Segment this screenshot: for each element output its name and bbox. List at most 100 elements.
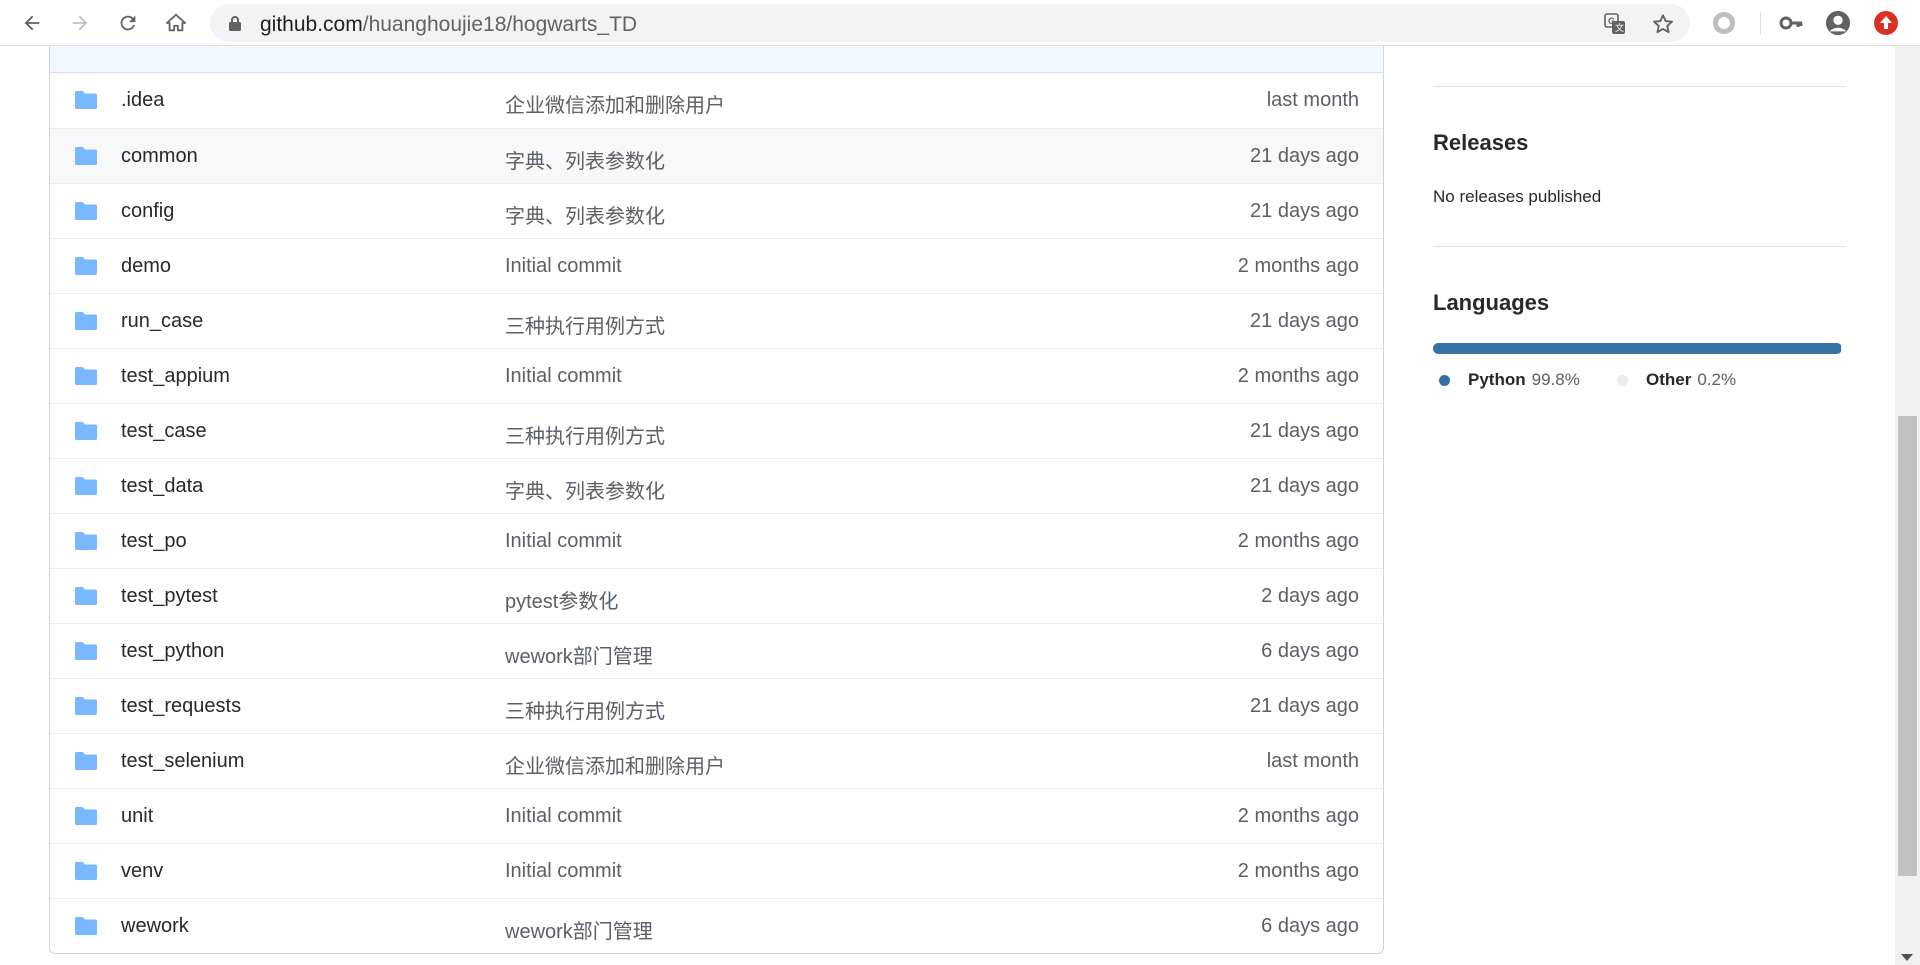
commit-message-link[interactable]: Initial commit bbox=[505, 860, 622, 883]
folder-icon bbox=[75, 367, 97, 385]
extension-icon bbox=[1713, 12, 1735, 34]
file-row: test_appium Initial commit 2 months ago bbox=[50, 348, 1383, 403]
commit-message-link[interactable]: wework部门管理 bbox=[505, 915, 653, 944]
back-button[interactable] bbox=[15, 6, 49, 40]
back-icon bbox=[24, 15, 40, 31]
passwords-button[interactable] bbox=[1778, 10, 1804, 36]
file-row: test_data 字典、列表参数化 21 days ago bbox=[50, 458, 1383, 513]
folder-icon bbox=[75, 697, 97, 715]
file-row: run_case 三种执行用例方式 21 days ago bbox=[50, 293, 1383, 348]
commit-message-link[interactable]: Initial commit bbox=[505, 365, 622, 388]
translate-icon: G文 bbox=[1604, 13, 1625, 34]
file-name-link[interactable]: config bbox=[121, 200, 174, 223]
file-name-link[interactable]: demo bbox=[121, 255, 171, 278]
translate-button[interactable]: G文 bbox=[1604, 13, 1626, 35]
scroll-down-arrow-icon[interactable] bbox=[1901, 954, 1913, 961]
file-name-link[interactable]: test_requests bbox=[121, 695, 241, 718]
file-name-link[interactable]: test_po bbox=[121, 530, 187, 553]
forward-button[interactable] bbox=[63, 6, 97, 40]
address-bar[interactable]: github.com/huanghoujie18/hogwarts_TD G文 bbox=[210, 4, 1690, 42]
file-row: wework wework部门管理 6 days ago bbox=[50, 898, 1383, 953]
reload-button[interactable] bbox=[111, 6, 145, 40]
file-name-link[interactable]: common bbox=[121, 145, 198, 168]
file-row: unit Initial commit 2 months ago bbox=[50, 788, 1383, 843]
language-name: Other bbox=[1646, 370, 1692, 389]
update-button[interactable] bbox=[1873, 10, 1899, 36]
file-name-link[interactable]: wework bbox=[121, 915, 189, 938]
file-row: test_pytest pytest参数化 2 days ago bbox=[50, 568, 1383, 623]
file-name-link[interactable]: test_python bbox=[121, 640, 224, 663]
language-name: Python bbox=[1468, 370, 1526, 389]
scrollbar-thumb[interactable] bbox=[1898, 416, 1917, 876]
url-text: github.com/huanghoujie18/hogwarts_TD bbox=[260, 13, 637, 37]
folder-icon bbox=[75, 807, 97, 825]
extension-button[interactable] bbox=[1711, 10, 1737, 36]
commit-message-link[interactable]: 企业微信添加和删除用户 bbox=[505, 89, 725, 118]
language-percent: 99.8% bbox=[1531, 370, 1580, 389]
file-name-link[interactable]: unit bbox=[121, 805, 153, 828]
file-name-link[interactable]: .idea bbox=[121, 89, 164, 112]
commit-age: 2 months ago bbox=[1237, 365, 1359, 387]
language-other: Other 0.2% bbox=[1617, 370, 1736, 390]
browser-toolbar: github.com/huanghoujie18/hogwarts_TD G文 bbox=[0, 0, 1920, 46]
commit-age: 21 days ago bbox=[1250, 475, 1359, 497]
folder-icon bbox=[75, 257, 97, 275]
file-row: venv Initial commit 2 months ago bbox=[50, 843, 1383, 898]
language-percent: 0.2% bbox=[1697, 370, 1737, 389]
commit-message-link[interactable]: Initial commit bbox=[505, 530, 622, 553]
commit-message-link[interactable]: pytest参数化 bbox=[505, 585, 618, 614]
language-python[interactable]: Python 99.8% bbox=[1439, 370, 1580, 390]
toolbar-separator bbox=[1760, 12, 1761, 34]
commit-age: 2 months ago bbox=[1237, 530, 1359, 552]
page-scrollbar[interactable] bbox=[1895, 46, 1920, 965]
commit-message-link[interactable]: 字典、列表参数化 bbox=[505, 475, 665, 504]
profile-button[interactable] bbox=[1825, 10, 1851, 36]
file-name-link[interactable]: test_pytest bbox=[121, 585, 218, 608]
commit-message-link[interactable]: 字典、列表参数化 bbox=[505, 145, 665, 174]
commit-message-link[interactable]: Initial commit bbox=[505, 805, 622, 828]
folder-icon bbox=[75, 752, 97, 770]
file-row: .idea 企业微信添加和删除用户 last month bbox=[50, 73, 1383, 128]
commit-message-link[interactable]: Initial commit bbox=[505, 255, 622, 278]
folder-icon bbox=[75, 202, 97, 220]
commit-message-link[interactable]: 三种执行用例方式 bbox=[505, 695, 665, 724]
file-row: test_requests 三种执行用例方式 21 days ago bbox=[50, 678, 1383, 733]
home-button[interactable] bbox=[159, 6, 193, 40]
folder-icon bbox=[75, 587, 97, 605]
commit-message-link[interactable]: wework部门管理 bbox=[505, 640, 653, 669]
file-name-link[interactable]: test_selenium bbox=[121, 750, 244, 773]
commit-message-link[interactable]: 字典、列表参数化 bbox=[505, 200, 665, 229]
folder-icon bbox=[75, 91, 97, 109]
file-name-link[interactable]: test_case bbox=[121, 420, 207, 443]
file-name-link[interactable]: venv bbox=[121, 860, 163, 883]
file-name-link[interactable]: test_data bbox=[121, 475, 203, 498]
file-row: test_case 三种执行用例方式 21 days ago bbox=[50, 403, 1383, 458]
bookmark-star-button[interactable] bbox=[1652, 13, 1674, 35]
profile-icon bbox=[1825, 10, 1851, 36]
lock-icon bbox=[229, 16, 241, 31]
file-name-link[interactable]: test_appium bbox=[121, 365, 230, 388]
folder-icon bbox=[75, 862, 97, 880]
commit-age: 6 days ago bbox=[1261, 640, 1359, 662]
url-host: github.com bbox=[260, 13, 363, 36]
releases-heading[interactable]: Releases bbox=[1433, 130, 1528, 156]
commit-message-link[interactable]: 三种执行用例方式 bbox=[505, 420, 665, 449]
languages-heading: Languages bbox=[1433, 290, 1550, 315]
language-bar-python bbox=[1433, 343, 1842, 354]
file-name-link[interactable]: run_case bbox=[121, 310, 203, 333]
commit-age: 21 days ago bbox=[1250, 695, 1359, 717]
commit-age: 2 months ago bbox=[1237, 860, 1359, 882]
folder-icon bbox=[75, 477, 97, 495]
url-path: /huanghoujie18/hogwarts_TD bbox=[362, 13, 638, 36]
file-row: demo Initial commit 2 months ago bbox=[50, 238, 1383, 293]
commit-age: 6 days ago bbox=[1261, 915, 1359, 937]
commit-age: 21 days ago bbox=[1250, 145, 1359, 167]
commit-age: 2 months ago bbox=[1237, 255, 1359, 277]
commit-message-link[interactable]: 三种执行用例方式 bbox=[505, 310, 665, 339]
language-dot bbox=[1617, 374, 1628, 386]
commit-message-link[interactable]: 企业微信添加和删除用户 bbox=[505, 750, 725, 779]
file-list: .idea 企业微信添加和删除用户 last month common 字典、列表参数化… bbox=[49, 46, 1384, 954]
language-dot bbox=[1439, 374, 1450, 386]
home-icon bbox=[165, 13, 187, 32]
folder-icon bbox=[75, 642, 97, 660]
